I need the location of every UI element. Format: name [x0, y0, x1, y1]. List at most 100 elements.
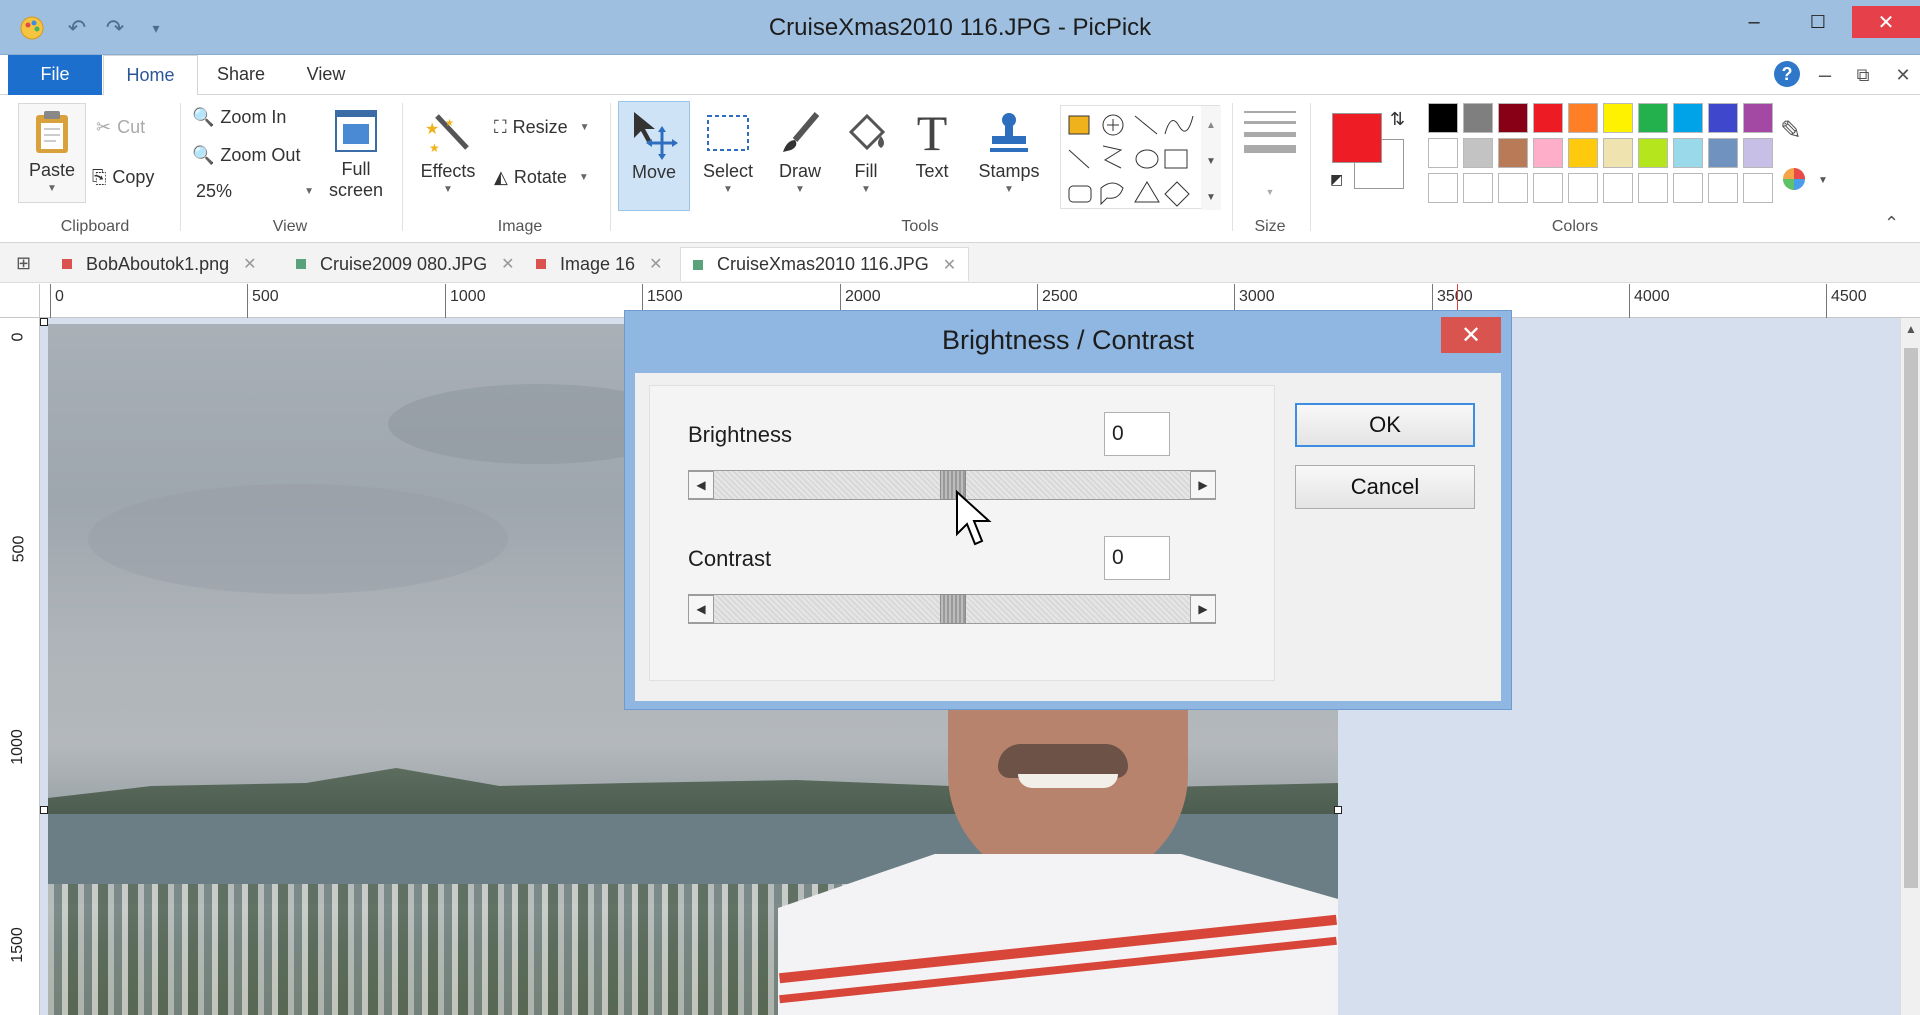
- svg-text:★: ★: [425, 121, 439, 138]
- zoom-level-select[interactable]: 25% ▼: [196, 181, 314, 202]
- color-swatch[interactable]: [1673, 138, 1703, 168]
- cut-button[interactable]: ✂ Cut: [96, 117, 145, 138]
- contrast-slider-thumb[interactable]: [940, 594, 966, 624]
- copy-label: Copy: [112, 167, 155, 187]
- color-swatch[interactable]: [1638, 138, 1668, 168]
- paste-button[interactable]: Paste ▼: [18, 103, 86, 203]
- color-swatch[interactable]: [1533, 138, 1563, 168]
- rotate-button[interactable]: ◭ Rotate ▼: [494, 167, 589, 188]
- tab-file[interactable]: File: [8, 55, 102, 95]
- vertical-scrollbar[interactable]: ▲: [1900, 318, 1920, 1015]
- color-swatch[interactable]: [1463, 103, 1493, 133]
- ribbon-minimize-icon[interactable]: –: [1810, 61, 1840, 89]
- color-swatch[interactable]: [1533, 173, 1563, 203]
- help-icon[interactable]: ?: [1774, 61, 1800, 87]
- color-swatch[interactable]: [1603, 173, 1633, 203]
- text-tool-icon: T: [916, 105, 948, 161]
- svg-text:★: ★: [445, 118, 454, 129]
- doc-tab-2[interactable]: Cruise2009 080.JPG ✕: [296, 247, 515, 281]
- color-swatch[interactable]: [1708, 138, 1738, 168]
- ruler-tick: 0: [9, 332, 27, 342]
- color-swatch[interactable]: [1743, 173, 1773, 203]
- group-divider: [1232, 103, 1233, 231]
- color-swatch[interactable]: [1498, 103, 1528, 133]
- color-menu-dropdown-icon[interactable]: ▼: [1818, 175, 1828, 186]
- color-swatch[interactable]: [1428, 103, 1458, 133]
- color-swatch[interactable]: [1743, 138, 1773, 168]
- collapse-ribbon-icon[interactable]: ⌃: [1884, 213, 1899, 234]
- color-swatch[interactable]: [1708, 173, 1738, 203]
- scrollbar-thumb[interactable]: [1904, 348, 1918, 888]
- slider-left-arrow-icon[interactable]: ◀: [688, 595, 714, 623]
- color-swatch[interactable]: [1498, 138, 1528, 168]
- color-swatch[interactable]: [1428, 173, 1458, 203]
- effects-button[interactable]: ★ ★ ★ Effects ▼: [412, 105, 484, 195]
- doc-tab-3-close-icon[interactable]: ✕: [649, 254, 662, 274]
- draw-tool-button[interactable]: Draw ▼: [770, 105, 830, 195]
- doc-tab-1[interactable]: BobAboutok1.png ✕: [62, 247, 257, 281]
- color-swatch[interactable]: [1533, 103, 1563, 133]
- ribbon-close-icon[interactable]: ✕: [1888, 61, 1918, 89]
- color-swatch[interactable]: [1463, 173, 1493, 203]
- resize-handle-top-left[interactable]: [40, 318, 48, 326]
- copy-icon: ⎘: [92, 167, 107, 187]
- text-tool-button[interactable]: T Text: [902, 105, 962, 182]
- zoom-in-button[interactable]: 🔍 Zoom In: [192, 107, 286, 128]
- tab-grid-icon[interactable]: ⊞: [16, 253, 31, 274]
- close-button[interactable]: ✕: [1852, 6, 1920, 38]
- doc-tab-2-close-icon[interactable]: ✕: [501, 254, 514, 274]
- contrast-slider[interactable]: ◀ ▶: [688, 594, 1216, 624]
- tab-share[interactable]: Share: [208, 55, 274, 95]
- maximize-button[interactable]: ☐: [1788, 6, 1848, 38]
- fill-tool-button[interactable]: Fill ▼: [836, 105, 896, 195]
- resize-button[interactable]: ⛶ Resize ▼: [494, 117, 590, 138]
- slider-left-arrow-icon[interactable]: ◀: [688, 471, 714, 499]
- brightness-slider[interactable]: ◀ ▶: [688, 470, 1216, 500]
- move-tool-button[interactable]: Move: [618, 101, 690, 211]
- color-swatch[interactable]: [1638, 173, 1668, 203]
- color-swatch[interactable]: [1568, 103, 1598, 133]
- color-swatch[interactable]: [1568, 173, 1598, 203]
- color-swatch[interactable]: [1568, 138, 1598, 168]
- tab-view[interactable]: View: [296, 55, 356, 95]
- resize-handle-left[interactable]: [40, 806, 48, 814]
- color-wheel-icon[interactable]: [1780, 165, 1808, 199]
- eyedropper-icon[interactable]: ✎: [1780, 115, 1802, 146]
- full-screen-button[interactable]: Full screen: [324, 103, 388, 201]
- color-swatch[interactable]: [1603, 103, 1633, 133]
- contrast-value-input[interactable]: 0: [1104, 536, 1170, 580]
- stamps-tool-button[interactable]: Stamps ▼: [972, 105, 1046, 195]
- reset-colors-icon[interactable]: ◩: [1330, 171, 1343, 188]
- doc-tab-1-close-icon[interactable]: ✕: [243, 254, 256, 274]
- color-swatch[interactable]: [1673, 173, 1703, 203]
- doc-tab-4-close-icon[interactable]: ✕: [943, 255, 956, 275]
- swap-colors-icon[interactable]: ⇅: [1390, 109, 1405, 130]
- minimize-button[interactable]: –: [1724, 6, 1784, 38]
- slider-right-arrow-icon[interactable]: ▶: [1190, 471, 1216, 499]
- copy-button[interactable]: ⎘ Copy: [92, 167, 154, 188]
- cancel-button[interactable]: Cancel: [1295, 465, 1475, 509]
- select-tool-button[interactable]: Select ▼: [698, 105, 758, 195]
- size-selector[interactable]: ▼: [1244, 111, 1296, 197]
- color-swatch[interactable]: [1638, 103, 1668, 133]
- primary-color-front[interactable]: [1332, 113, 1382, 163]
- doc-tab-3[interactable]: Image 16 ✕: [536, 247, 662, 281]
- scroll-up-icon[interactable]: ▲: [1901, 322, 1920, 336]
- ribbon-restore-icon[interactable]: ⧉: [1848, 61, 1878, 89]
- dialog-close-button[interactable]: ✕: [1441, 317, 1501, 353]
- resize-handle-right[interactable]: [1334, 806, 1342, 814]
- color-swatch[interactable]: [1603, 138, 1633, 168]
- doc-tab-4-active[interactable]: CruiseXmas2010 116.JPG ✕: [680, 247, 970, 281]
- effects-wand-icon: ★ ★ ★: [420, 105, 476, 161]
- zoom-out-button[interactable]: 🔍 Zoom Out: [192, 145, 300, 166]
- color-swatch[interactable]: [1428, 138, 1458, 168]
- tab-home[interactable]: Home: [103, 55, 198, 96]
- color-swatch[interactable]: [1498, 173, 1528, 203]
- color-swatch[interactable]: [1673, 103, 1703, 133]
- slider-right-arrow-icon[interactable]: ▶: [1190, 595, 1216, 623]
- color-swatch[interactable]: [1743, 103, 1773, 133]
- brightness-value-input[interactable]: 0: [1104, 412, 1170, 456]
- ok-button[interactable]: OK: [1295, 403, 1475, 447]
- color-swatch[interactable]: [1708, 103, 1738, 133]
- color-swatch[interactable]: [1463, 138, 1493, 168]
